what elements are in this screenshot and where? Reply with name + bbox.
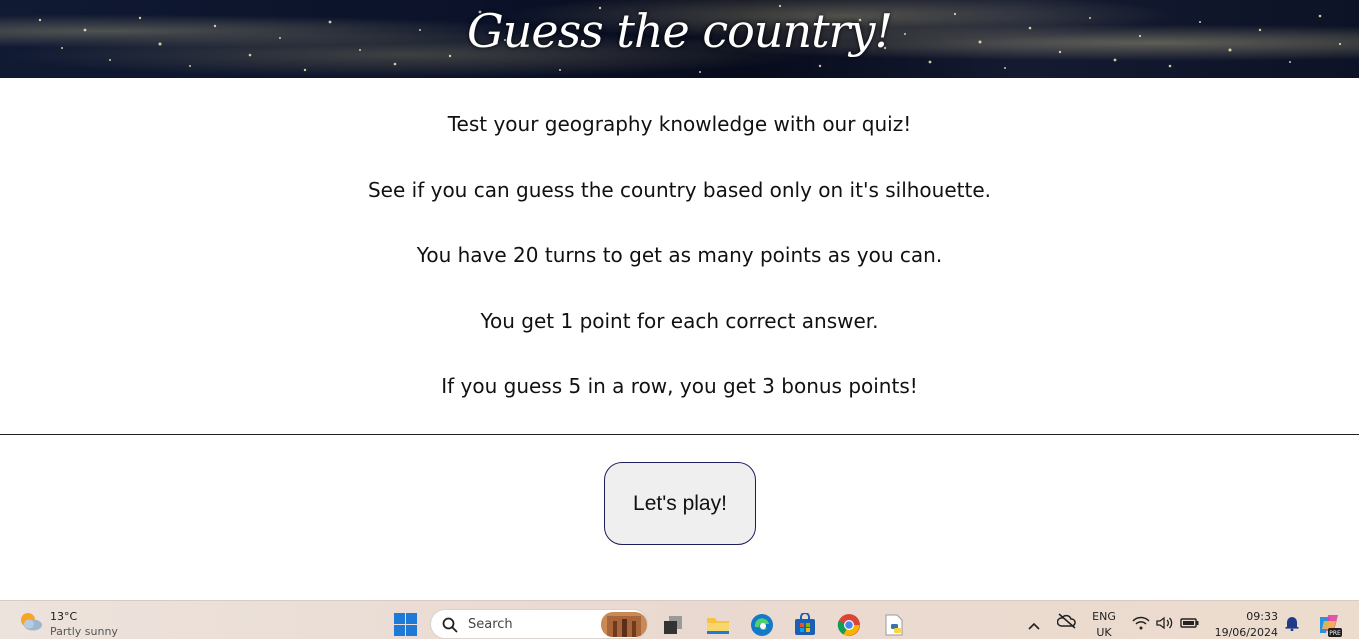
page-title: Guess the country! — [466, 4, 893, 58]
windows-logo-icon[interactable] — [394, 613, 417, 636]
intro-line: If you guess 5 in a row, you get 3 bonus… — [441, 374, 918, 398]
python-file-icon[interactable] — [882, 613, 906, 637]
clock-date[interactable]: 19/06/2024 — [1210, 626, 1278, 639]
search-placeholder: Search — [468, 617, 513, 632]
store-icon[interactable] — [793, 612, 817, 637]
divider — [0, 434, 1359, 435]
intro-line: You have 20 turns to get as many points … — [416, 243, 943, 267]
intro-line: You get 1 point for each correct answer. — [480, 308, 879, 333]
wifi-icon[interactable] — [1132, 615, 1150, 634]
copilot-icon[interactable]: PRE — [1316, 611, 1342, 639]
copilot-badge: PRE — [1329, 630, 1341, 637]
task-view-icon[interactable] — [661, 613, 685, 637]
intro-text: Test your geography knowledge with our q… — [0, 109, 1359, 437]
taskbar-search[interactable]: Search — [430, 609, 648, 639]
intro-line: Test your geography knowledge with our q… — [447, 112, 912, 136]
play-button[interactable]: Let's play! — [604, 462, 756, 545]
partly-sunny-icon[interactable] — [18, 610, 44, 632]
taskbar: 13°C Partly sunny Search ENG UK 09:33 19… — [0, 600, 1359, 639]
onedrive-offline-icon[interactable] — [1056, 613, 1077, 633]
chevron-up-icon[interactable] — [1027, 616, 1041, 635]
search-icon — [442, 617, 458, 633]
clock-time[interactable]: 09:33 — [1228, 610, 1278, 623]
folder-icon[interactable] — [706, 613, 730, 637]
volume-icon[interactable] — [1156, 615, 1174, 634]
language-indicator[interactable]: ENG — [1088, 610, 1120, 623]
battery-icon[interactable] — [1180, 615, 1200, 634]
weather-temperature[interactable]: 13°C — [50, 610, 77, 623]
weather-description[interactable]: Partly sunny — [50, 625, 118, 638]
page: Guess the country! Test your geography k… — [0, 0, 1359, 639]
edge-icon[interactable] — [750, 613, 774, 637]
search-highlight-image — [601, 612, 647, 637]
bell-icon[interactable] — [1284, 615, 1300, 635]
language-region[interactable]: UK — [1088, 626, 1120, 639]
header-banner: Guess the country! — [0, 0, 1359, 78]
intro-line: See if you can guess the country based o… — [367, 177, 991, 202]
chrome-icon[interactable] — [837, 613, 861, 637]
